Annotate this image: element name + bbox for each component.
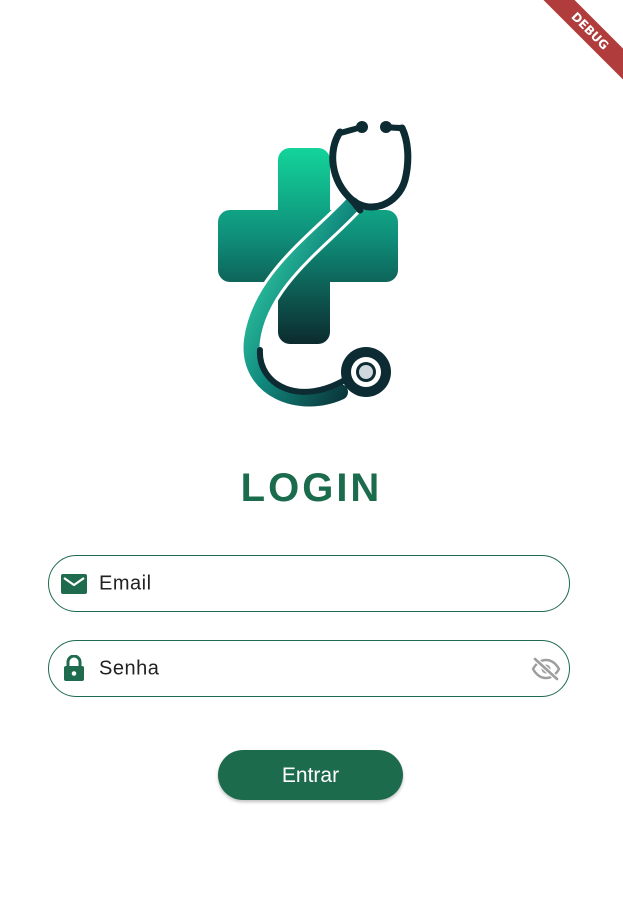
page-title: LOGIN	[240, 466, 383, 510]
visibility-off-icon[interactable]	[531, 656, 561, 682]
password-field[interactable]: Senha	[48, 640, 570, 697]
email-icon	[61, 571, 87, 597]
lock-icon	[61, 655, 87, 682]
login-button[interactable]: Entrar	[218, 750, 403, 800]
email-field[interactable]: Email	[48, 555, 570, 612]
debug-banner-label: DEBUG	[536, 0, 623, 85]
debug-banner: DEBUG	[533, 0, 623, 90]
medical-cross-stethoscope-logo	[218, 121, 412, 410]
email-field-label: Email	[99, 572, 152, 594]
app-logo	[200, 110, 425, 415]
password-field-label: Senha	[99, 657, 160, 679]
